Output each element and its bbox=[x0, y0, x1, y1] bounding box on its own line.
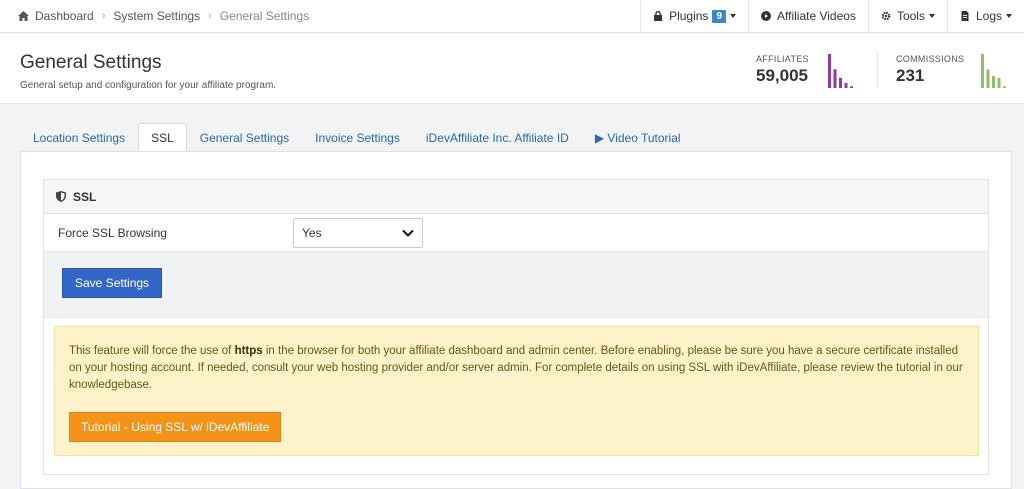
gear-icon bbox=[881, 11, 891, 21]
breadcrumb-general-settings: General Settings bbox=[219, 9, 310, 23]
breadcrumb: Dashboard › System Settings › General Se… bbox=[0, 0, 640, 33]
ssl-info-alert: This feature will force the use of https… bbox=[54, 326, 979, 456]
sparkline-bar bbox=[850, 86, 853, 88]
breadcrumb-label: Dashboard bbox=[35, 9, 94, 23]
settings-tabs: Location Settings SSL General Settings I… bbox=[20, 123, 694, 152]
chevron-down-icon bbox=[402, 229, 414, 237]
alert-text-pre: This feature will force the use of bbox=[69, 345, 235, 357]
sparkline-bar bbox=[828, 54, 831, 88]
shield-icon bbox=[56, 191, 66, 202]
logs-menu[interactable]: Logs bbox=[946, 0, 1024, 33]
force-ssl-row: Force SSL Browsing Yes bbox=[44, 214, 988, 252]
commissions-sparkline-chart bbox=[981, 54, 1006, 88]
ssl-section-title: SSL bbox=[73, 189, 97, 204]
page-title: General Settings bbox=[20, 52, 162, 73]
breadcrumb-system-settings[interactable]: System Settings bbox=[113, 9, 200, 23]
plugins-label: Plugins bbox=[669, 9, 709, 23]
sparkline-bar bbox=[992, 76, 995, 88]
commissions-stat: COMMISSIONS 231 bbox=[896, 54, 964, 86]
tab-location-settings[interactable]: Location Settings bbox=[20, 123, 138, 151]
sparkline-bar bbox=[844, 82, 848, 88]
affiliate-videos-label: Affiliate Videos bbox=[777, 9, 856, 23]
plugins-count-badge: 9 bbox=[712, 9, 726, 23]
tab-invoice-settings[interactable]: Invoice Settings bbox=[302, 123, 413, 151]
sparkline-bar bbox=[997, 77, 1001, 88]
ssl-tutorial-button[interactable]: Tutorial - Using SSL w/ iDevAffiliate bbox=[69, 412, 282, 442]
commissions-stat-label: COMMISSIONS bbox=[896, 54, 965, 64]
affiliates-stat-label: AFFILIATES bbox=[756, 54, 809, 64]
alert-text-https: https bbox=[234, 345, 263, 357]
file-icon bbox=[961, 11, 969, 21]
sparkline-bar bbox=[981, 54, 984, 88]
save-settings-button[interactable]: Save Settings bbox=[62, 268, 163, 298]
top-bar: Dashboard › System Settings › General Se… bbox=[0, 0, 1024, 33]
ssl-section: SSL Force SSL Browsing Yes Save Settings… bbox=[43, 179, 989, 475]
breadcrumb-dashboard[interactable]: Dashboard bbox=[18, 9, 94, 23]
tab-general-settings[interactable]: General Settings bbox=[187, 123, 302, 151]
sparkline-bar bbox=[986, 69, 990, 88]
sparkline-bar bbox=[833, 69, 837, 88]
tools-label: Tools bbox=[896, 9, 925, 23]
commissions-stat-value: 231 bbox=[896, 66, 925, 85]
force-ssl-label: Force SSL Browsing bbox=[58, 225, 167, 240]
caret-down-icon bbox=[730, 14, 736, 18]
page-subtitle: General setup and configuration for your… bbox=[20, 80, 277, 91]
tab-video-tutorial[interactable]: ▶ Video Tutorial bbox=[582, 123, 694, 151]
force-ssl-selected-value: Yes bbox=[302, 225, 322, 240]
caret-down-icon bbox=[1006, 14, 1012, 18]
tools-menu[interactable]: Tools bbox=[867, 0, 947, 33]
sparkline-bar bbox=[839, 77, 842, 88]
breadcrumb-separator: › bbox=[208, 10, 212, 22]
affiliates-stat-value: 59,005 bbox=[756, 66, 808, 85]
affiliates-stat: AFFILIATES 59,005 bbox=[756, 54, 809, 86]
play-circle-icon bbox=[761, 11, 771, 21]
alert-message: This feature will force the use of https… bbox=[69, 343, 964, 394]
tab-affiliate-id[interactable]: iDevAffiliate Inc. Affiliate ID bbox=[413, 123, 582, 151]
home-icon bbox=[18, 11, 29, 21]
affiliates-sparkline-chart bbox=[828, 54, 853, 88]
page-header: General Settings General setup and confi… bbox=[0, 34, 1024, 104]
affiliate-videos-link[interactable]: Affiliate Videos bbox=[748, 0, 868, 33]
form-actions: Save Settings bbox=[44, 252, 988, 318]
caret-down-icon bbox=[928, 14, 935, 18]
breadcrumb-separator: › bbox=[101, 10, 106, 22]
top-nav: Plugins 9 Affiliate Videos Tools Logs bbox=[640, 0, 1024, 33]
plugins-menu[interactable]: Plugins 9 bbox=[640, 0, 748, 33]
logs-label: Logs bbox=[975, 9, 1002, 23]
tab-ssl[interactable]: SSL bbox=[138, 123, 187, 152]
ssl-section-header: SSL bbox=[44, 180, 988, 214]
lock-icon bbox=[654, 11, 663, 21]
force-ssl-select[interactable]: Yes bbox=[293, 217, 423, 248]
sparkline-bar bbox=[1003, 86, 1006, 88]
stat-divider bbox=[877, 52, 878, 88]
